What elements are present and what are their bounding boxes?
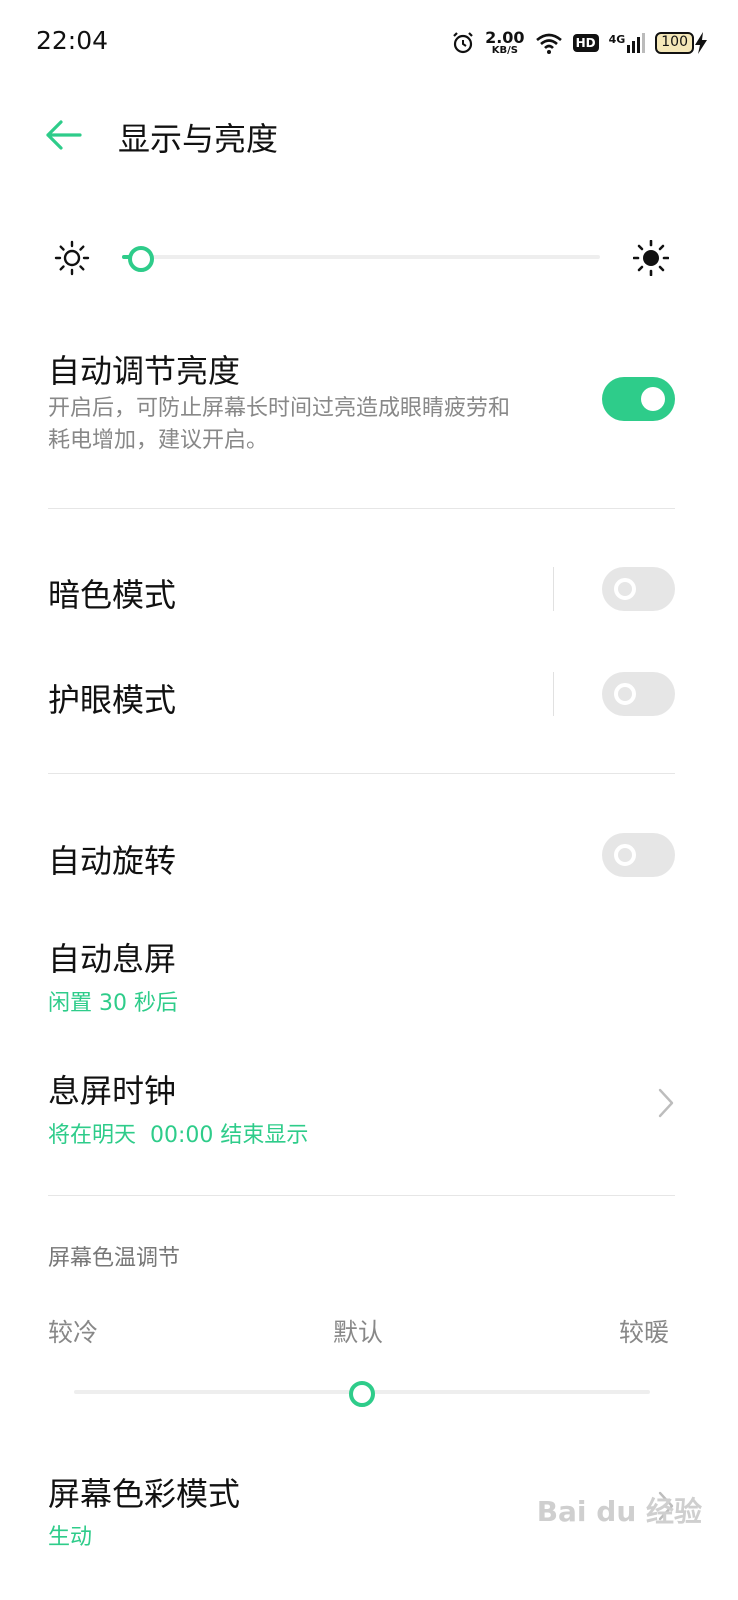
- screen-timeout-value: 闲置 30 秒后: [48, 991, 178, 1016]
- page-title: 显示与亮度: [118, 120, 279, 158]
- alarm-icon: [453, 32, 473, 54]
- toggle-knob: [614, 683, 636, 705]
- brightness-track[interactable]: [122, 255, 600, 259]
- hd-badge: HD: [572, 34, 599, 52]
- eye-care-toggle[interactable]: [602, 672, 675, 716]
- toggle-knob: [614, 844, 636, 866]
- aod-clock-title: 息屏时钟: [48, 1072, 177, 1110]
- aod-clock-value: 将在明天 00:00 结束显示: [48, 1123, 309, 1148]
- toggle-knob: [641, 387, 665, 411]
- auto-brightness-toggle[interactable]: [602, 377, 675, 421]
- auto-rotate-title: 自动旋转: [48, 842, 177, 880]
- divider: [48, 773, 675, 774]
- divider: [48, 508, 675, 509]
- auto-brightness-title: 自动调节亮度: [48, 352, 241, 390]
- auto-brightness-desc-line1: 开启后，可防止屏幕长时间过亮造成眼睛疲劳和: [48, 396, 511, 421]
- network-type: 4G: [608, 33, 626, 46]
- dark-mode-toggle[interactable]: [602, 567, 675, 611]
- color-temp-warm-label: 较暖: [619, 1318, 670, 1347]
- signal-bars-icon: [627, 33, 646, 53]
- cellular-signal: 4G: [609, 33, 646, 53]
- status-time: 22:04: [36, 26, 109, 55]
- eye-care-separator: [553, 672, 554, 716]
- eye-care-title: 护眼模式: [48, 681, 177, 719]
- toggle-knob: [614, 578, 636, 600]
- dark-mode-title: 暗色模式: [48, 576, 177, 614]
- brightness-low-icon: [54, 240, 90, 276]
- back-arrow-icon[interactable]: [44, 118, 84, 152]
- net-speed: 2.00 KB/S: [485, 30, 524, 56]
- dark-mode-separator: [553, 567, 554, 611]
- divider: [48, 1195, 675, 1196]
- color-mode-value: 生动: [48, 1525, 93, 1550]
- screen-timeout-title: 自动息屏: [48, 940, 177, 978]
- auto-brightness-desc-line2: 耗电增加，建议开启。: [48, 428, 269, 453]
- watermark: Bai du 经验: [536, 1495, 702, 1528]
- wifi-icon: [535, 33, 562, 54]
- net-speed-unit: KB/S: [491, 45, 518, 56]
- screen-timeout-row[interactable]: 自动息屏 闲置 30 秒后: [48, 930, 675, 1020]
- color-temp-default-label: 默认: [333, 1318, 384, 1347]
- color-mode-title: 屏幕色彩模式: [48, 1475, 241, 1513]
- brightness-high-icon: [633, 240, 669, 276]
- auto-rotate-toggle[interactable]: [602, 833, 675, 877]
- color-temp-slider-thumb[interactable]: [349, 1381, 375, 1407]
- aod-clock-row[interactable]: 息屏时钟 将在明天 00:00 结束显示: [48, 1062, 678, 1152]
- battery-indicator: 100: [655, 32, 708, 54]
- status-icons: 2.00 KB/S HD 4G 100: [451, 26, 708, 60]
- net-speed-value: 2.00: [485, 28, 525, 47]
- chevron-right-icon: [658, 1088, 674, 1118]
- battery-level: 100: [655, 32, 694, 54]
- charging-bolt-icon: [695, 32, 707, 54]
- color-temp-header: 屏幕色温调节: [48, 1246, 181, 1271]
- color-temp-cool-label: 较冷: [48, 1318, 99, 1347]
- brightness-slider-thumb[interactable]: [128, 246, 155, 272]
